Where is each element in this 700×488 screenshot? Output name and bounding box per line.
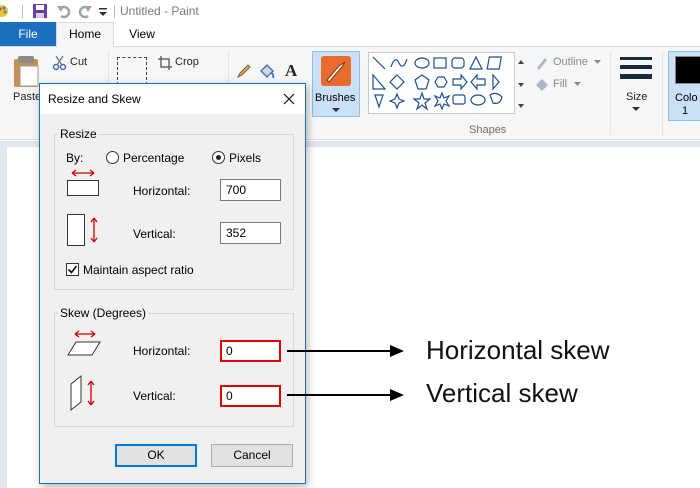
chevron-down-icon <box>332 108 340 112</box>
text-tool-icon[interactable]: A <box>284 61 300 79</box>
outline-dropdown-icon[interactable] <box>594 60 602 65</box>
maintain-aspect-checkbox[interactable] <box>66 263 79 276</box>
horizontal-skew-annotation: Horizontal skew <box>426 335 610 365</box>
radio-selected-dot <box>216 155 221 160</box>
resize-vertical-icon <box>67 214 98 246</box>
percentage-label[interactable]: Percentage <box>123 151 184 165</box>
outline-label[interactable]: Outline <box>553 56 588 68</box>
paste-label[interactable]: Paste <box>13 91 41 103</box>
tab-view[interactable]: View <box>116 22 168 46</box>
size-icon[interactable] <box>620 57 652 85</box>
skew-vertical-label: Vertical: <box>133 389 176 403</box>
color1-label-line1: Colo <box>675 92 698 104</box>
fill-dropdown-icon[interactable] <box>574 82 582 87</box>
skew-vertical-input[interactable]: 0 <box>220 385 281 407</box>
shapes-gallery[interactable] <box>368 52 526 114</box>
color1-button[interactable]: Colo 1 <box>668 51 700 121</box>
pencil-icon[interactable] <box>236 63 252 79</box>
percentage-radio[interactable] <box>106 151 119 164</box>
brushes-label: Brushes <box>315 92 356 104</box>
skew-horizontal-label: Horizontal: <box>133 344 191 358</box>
undo-icon[interactable] <box>56 3 72 19</box>
shapes-grid-icon <box>372 55 503 111</box>
resize-legend: Resize <box>58 127 99 141</box>
toolbar-divider <box>114 5 115 18</box>
pixels-radio[interactable] <box>212 151 225 164</box>
resize-skew-dialog: Resize and Skew Resize By: Percentage Pi… <box>39 83 306 484</box>
crop-icon[interactable] <box>157 55 173 71</box>
size-dropdown-icon[interactable] <box>632 107 640 112</box>
title-bar: Untitled - Paint <box>0 0 700 22</box>
brush-icon <box>321 56 351 86</box>
cancel-button[interactable]: Cancel <box>211 444 293 467</box>
crop-label[interactable]: Crop <box>175 56 199 68</box>
color1-label-line2: 1 <box>682 105 689 117</box>
fill-icon[interactable] <box>534 77 550 93</box>
skew-horizontal-input[interactable]: 0 <box>220 340 281 362</box>
resize-horizontal-label: Horizontal: <box>133 184 191 198</box>
color1-swatch <box>675 56 700 84</box>
select-icon[interactable] <box>117 57 147 85</box>
resize-vertical-label: Vertical: <box>133 227 176 241</box>
shapes-scroll-control[interactable] <box>514 52 526 114</box>
outline-icon[interactable] <box>534 55 550 71</box>
cut-label[interactable]: Cut <box>70 56 87 68</box>
group-divider <box>662 51 663 135</box>
paste-icon[interactable] <box>12 55 42 89</box>
shapes-group-label: Shapes <box>469 124 507 136</box>
skew-horizontal-icon <box>67 330 101 356</box>
brushes-button[interactable]: Brushes <box>312 51 360 117</box>
skew-vertical-icon <box>70 374 95 412</box>
paint-app-icon[interactable] <box>0 3 12 19</box>
fill-label[interactable]: Fill <box>553 78 567 90</box>
close-icon[interactable] <box>277 87 301 111</box>
vertical-skew-annotation: Vertical skew <box>426 378 578 408</box>
by-label: By: <box>66 151 84 165</box>
dialog-titlebar: Resize and Skew <box>40 84 305 114</box>
resize-horizontal-icon <box>67 169 99 196</box>
ribbon-tabs: File Home View <box>0 22 700 47</box>
svg-text:A: A <box>285 61 298 79</box>
ok-button[interactable]: OK <box>115 444 197 467</box>
save-icon[interactable] <box>32 3 48 19</box>
resize-horizontal-input[interactable]: 700 <box>220 179 281 201</box>
scroll-arrows-icon <box>518 60 524 108</box>
window-title: Untitled - Paint <box>120 4 199 18</box>
group-divider <box>610 51 611 135</box>
tab-home[interactable]: Home <box>56 22 114 47</box>
fill-bucket-icon[interactable] <box>258 62 276 80</box>
toolbar-divider <box>22 5 23 18</box>
redo-icon[interactable] <box>77 3 93 19</box>
maintain-aspect-label[interactable]: Maintain aspect ratio <box>83 263 194 277</box>
customize-toolbar-icon[interactable] <box>97 3 109 19</box>
tab-file[interactable]: File <box>0 22 56 46</box>
dialog-title: Resize and Skew <box>48 92 141 106</box>
scissors-icon[interactable] <box>52 55 68 71</box>
skew-legend: Skew (Degrees) <box>58 306 149 320</box>
resize-vertical-input[interactable]: 352 <box>220 222 281 244</box>
checkmark-icon <box>67 265 78 274</box>
size-label[interactable]: Size <box>626 91 647 103</box>
pixels-label[interactable]: Pixels <box>229 151 261 165</box>
